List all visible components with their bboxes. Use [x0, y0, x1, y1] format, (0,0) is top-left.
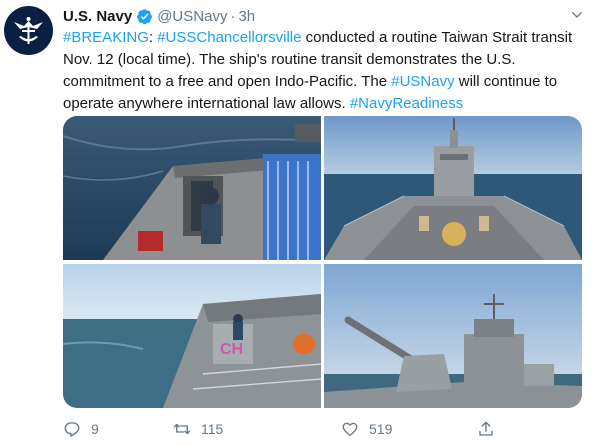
avatar[interactable]: [4, 6, 53, 55]
hashtag-usnavy[interactable]: #USNavy: [391, 73, 454, 90]
photo-ship-bow[interactable]: [324, 116, 582, 260]
retweet-button[interactable]: 115: [173, 420, 223, 438]
verified-badge-icon: [137, 8, 153, 24]
reply-count: 9: [91, 421, 99, 437]
tweet-time[interactable]: 3h: [238, 8, 255, 25]
tweet-header: U.S. Navy @USNavy · 3h: [63, 5, 255, 27]
photo-ship-side[interactable]: CH: [63, 264, 321, 408]
media-grid: CH: [63, 116, 582, 408]
heart-icon: [342, 422, 358, 437]
svg-text:CH: CH: [220, 341, 243, 358]
retweet-count: 115: [201, 421, 224, 437]
photo-gun-turret[interactable]: [324, 264, 582, 408]
hashtag-breaking[interactable]: #BREAKING: [63, 29, 149, 46]
tweet-actions: 9 115 519: [63, 420, 503, 442]
tweet-text: #BREAKING: #USSChancellorsville conducte…: [63, 27, 583, 115]
chevron-down-icon[interactable]: [569, 7, 585, 23]
photo-sailors-on-deck[interactable]: [63, 116, 321, 260]
hashtag-navy-readiness[interactable]: #NavyReadiness: [350, 95, 463, 112]
like-button[interactable]: 519: [341, 420, 392, 438]
retweet-icon: [173, 423, 191, 435]
separator-dot: ·: [230, 7, 236, 25]
like-count: 519: [369, 421, 393, 437]
hashtag-uss-chancellorsville[interactable]: #USSChancellorsville: [157, 29, 301, 46]
reply-button[interactable]: 9: [63, 420, 99, 438]
share-button[interactable]: [477, 420, 505, 438]
reply-icon: [64, 422, 80, 437]
text-colon: :: [148, 29, 154, 46]
account-name[interactable]: U.S. Navy: [63, 8, 132, 25]
account-handle[interactable]: @USNavy: [157, 8, 227, 25]
share-icon: [479, 421, 493, 436]
